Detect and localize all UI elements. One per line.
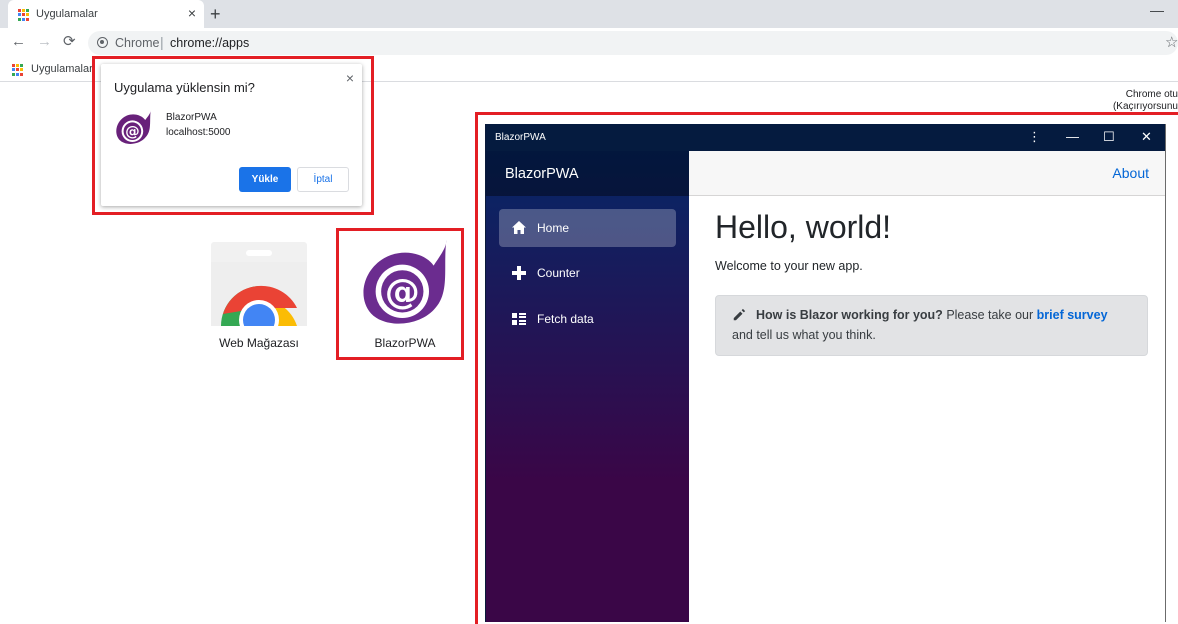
pwa-brand-bar: BlazorPWA — [486, 151, 689, 196]
chrome-web-store-icon[interactable] — [211, 242, 307, 326]
survey-prompt: How is Blazor working for you? Please ta… — [715, 295, 1148, 356]
address-bar[interactable]: Chrome | chrome://apps — [88, 31, 1178, 55]
app-label-blazorpwa[interactable]: BlazorPWA — [346, 336, 464, 350]
bookmark-star-icon[interactable]: ☆ — [1165, 33, 1178, 51]
new-tab-button[interactable]: + — [210, 4, 221, 24]
tab-apps[interactable]: Uygulamalar × — [8, 0, 204, 28]
pwa-menu-icon[interactable]: ⋮ — [1028, 128, 1041, 146]
pwa-sidebar: BlazorPWA Home Counter Fetch data — [486, 151, 689, 622]
home-icon — [512, 221, 526, 234]
pwa-brand[interactable]: BlazorPWA — [505, 166, 579, 182]
url-text[interactable]: chrome://apps — [170, 36, 249, 50]
apps-grid-icon[interactable] — [12, 64, 24, 76]
blazor-icon[interactable]: @ — [354, 238, 458, 330]
svg-text:@: @ — [385, 272, 420, 312]
omnibox-separator: | — [160, 34, 164, 50]
pwa-minimize-button[interactable]: — — [1066, 128, 1079, 146]
survey-link[interactable]: brief survey — [1037, 308, 1108, 322]
cancel-button[interactable]: İptal — [297, 167, 349, 192]
signin-promo-text: Chrome otu (Kaçırıyorsunu — [1100, 89, 1178, 113]
nav-label: Home — [537, 221, 570, 235]
list-icon — [512, 313, 526, 325]
nav-item-fetch-data[interactable]: Fetch data — [499, 300, 676, 338]
nav-label: Fetch data — [537, 312, 594, 326]
dialog-app-name: BlazorPWA — [166, 112, 217, 123]
nav-item-home[interactable]: Home — [499, 209, 676, 247]
welcome-text: Welcome to your new app. — [715, 259, 863, 273]
tab-close-icon[interactable]: × — [188, 5, 196, 21]
window-minimize-button[interactable]: — — [1150, 2, 1164, 18]
about-link[interactable]: About — [1112, 165, 1149, 181]
pwa-titlebar: BlazorPWA ⋮ — ☐ ✕ — [486, 124, 1165, 151]
back-button[interactable]: ← — [11, 33, 26, 51]
install-button[interactable]: Yükle — [239, 167, 291, 192]
pwa-main-content: About Hello, world! Welcome to your new … — [689, 151, 1165, 622]
install-app-dialog: Uygulama yüklensin mi? × @ BlazorPWA loc… — [101, 64, 362, 206]
pwa-maximize-button[interactable]: ☐ — [1103, 128, 1115, 146]
pwa-top-row: About — [689, 151, 1165, 196]
nav-item-counter[interactable]: Counter — [499, 254, 676, 292]
chrome-site-icon — [97, 37, 108, 48]
bookmark-apps[interactable]: Uygulamalar — [31, 63, 93, 75]
survey-question: How is Blazor working for you? — [756, 308, 943, 322]
survey-line-1: How is Blazor working for you? Please ta… — [756, 308, 1108, 322]
apps-grid-icon — [18, 9, 30, 21]
survey-suffix: and tell us what you think. — [732, 328, 876, 342]
signin-promo-line1: Chrome otu — [1125, 89, 1178, 100]
pwa-window: BlazorPWA ⋮ — ☐ ✕ BlazorPWA Home Counter — [485, 124, 1166, 622]
svg-text:@: @ — [125, 124, 139, 140]
site-label: Chrome — [115, 36, 160, 50]
pwa-close-button[interactable]: ✕ — [1141, 128, 1152, 146]
pencil-icon — [733, 308, 746, 321]
reload-button[interactable]: ⟳ — [63, 33, 76, 51]
nav-label: Counter — [537, 266, 580, 280]
app-label-web-store[interactable]: Web Mağazası — [199, 336, 319, 350]
page-title: Hello, world! — [715, 209, 892, 245]
survey-prefix: Please take our — [946, 308, 1034, 322]
pwa-window-title: BlazorPWA — [495, 132, 546, 143]
dialog-close-icon[interactable]: × — [346, 70, 354, 86]
plus-icon — [512, 266, 526, 280]
tab-strip: Uygulamalar × + — — [0, 0, 1178, 28]
blazor-icon: @ — [116, 110, 151, 144]
forward-button[interactable]: → — [37, 33, 52, 51]
dialog-app-origin: localhost:5000 — [166, 127, 231, 138]
dialog-title: Uygulama yüklensin mi? — [114, 80, 255, 95]
tab-title: Uygulamalar — [36, 8, 98, 20]
